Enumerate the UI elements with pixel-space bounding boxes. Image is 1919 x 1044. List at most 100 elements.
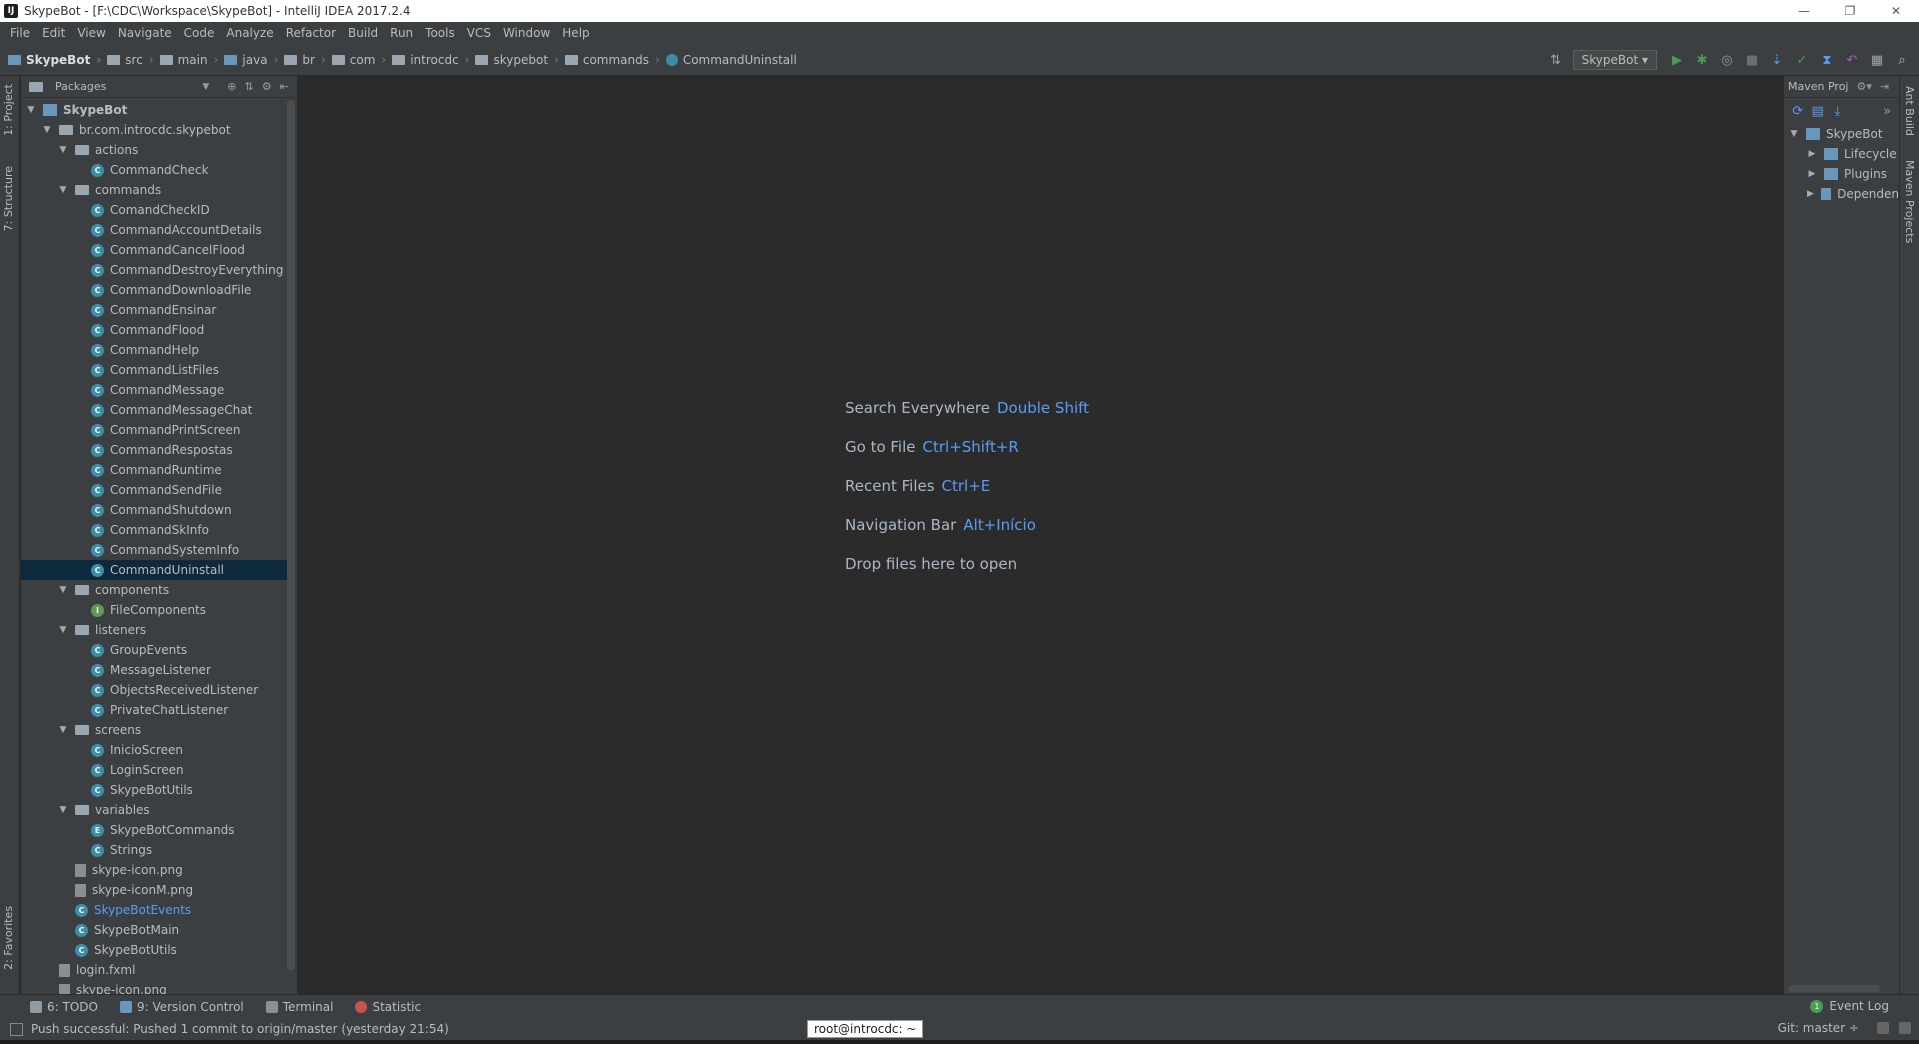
menu-tools[interactable]: Tools (419, 26, 461, 40)
tool-version-control[interactable]: 9: Version Control (119, 1000, 244, 1014)
breadcrumb-commands[interactable]: commands › (564, 53, 660, 67)
tree-item[interactable]: C SkypeBotUtils (21, 780, 291, 800)
hide-panel-icon[interactable]: ⇥ (1880, 80, 1889, 93)
chevron-down-icon[interactable]: ▼ (202, 82, 209, 92)
run-configuration-select[interactable]: SkypeBot ▾ (1572, 50, 1657, 70)
chevron-down-icon[interactable]: ▼ (57, 625, 69, 635)
editor-area[interactable]: Search Everywhere Double Shift Go to File C… (298, 76, 1783, 994)
more-icon[interactable]: » (1879, 102, 1895, 120)
tree-item[interactable]: skype-icon.png (21, 860, 291, 880)
tree-item[interactable]: C CommandHelp (21, 340, 291, 360)
breadcrumb-main[interactable]: main › (159, 53, 218, 67)
tree-item[interactable]: ▼ variables (21, 800, 291, 820)
breadcrumb-com[interactable]: com › (331, 53, 386, 67)
tree-item[interactable]: login.fxml (21, 960, 291, 980)
chevron-down-icon[interactable]: ▼ (57, 145, 69, 155)
tree-item[interactable]: C CommandEnsinar (21, 300, 291, 320)
tree-item[interactable]: C CommandCheck (21, 160, 291, 180)
vcs-history-icon[interactable]: ⧗ (1816, 49, 1838, 71)
project-structure-icon[interactable]: ▦ (1866, 49, 1888, 71)
tree-item[interactable]: C CommandUninstall (21, 560, 291, 580)
chevron-down-icon[interactable]: ▼ (41, 125, 53, 135)
tree-item[interactable]: C CommandRuntime (21, 460, 291, 480)
breadcrumb-br[interactable]: br › (284, 53, 326, 67)
breadcrumb-project[interactable]: SkypeBot › (8, 53, 101, 67)
breadcrumb-src[interactable]: src › (107, 53, 154, 67)
project-tree-scrollbar[interactable] (287, 100, 295, 970)
vcs-commit-icon[interactable]: ✓ (1791, 49, 1813, 71)
tab-project[interactable]: 1: Project (2, 84, 15, 136)
maven-tree-item[interactable]: ▶ Plugins (1784, 164, 1899, 184)
tool-statistic[interactable]: Statistic (355, 1000, 421, 1014)
download-icon[interactable]: ⤓ (1830, 102, 1846, 120)
tree-item[interactable]: C CommandSkInfo (21, 520, 291, 540)
tree-item[interactable]: ▼ actions (21, 140, 291, 160)
tree-item[interactable]: C ComandCheckID (21, 200, 291, 220)
tree-item[interactable]: C LoginScreen (21, 760, 291, 780)
tab-maven-projects[interactable]: Maven Projects (1903, 160, 1916, 243)
gear-icon[interactable]: ⚙ (262, 80, 272, 93)
tab-ant-build[interactable]: Ant Build (1903, 86, 1916, 136)
tree-item[interactable]: C CommandCancelFlood (21, 240, 291, 260)
tree-item[interactable]: ▼ SkypeBot (21, 100, 291, 120)
tree-item[interactable]: C InicioScreen (21, 740, 291, 760)
tree-item[interactable]: ▼ listeners (21, 620, 291, 640)
menu-view[interactable]: View (71, 26, 111, 40)
chevron-down-icon[interactable]: ▼ (57, 185, 69, 195)
generate-sources-icon[interactable]: ▤ (1810, 102, 1826, 120)
tree-item[interactable]: C CommandDestroyEverything (21, 260, 291, 280)
tree-item[interactable]: C CommandSystemInfo (21, 540, 291, 560)
menu-vcs[interactable]: VCS (461, 26, 497, 40)
menu-help[interactable]: Help (556, 26, 595, 40)
tree-item[interactable]: E SkypeBotCommands (21, 820, 291, 840)
debug-icon[interactable]: ✱ (1691, 49, 1713, 71)
tree-item[interactable]: skype-iconM.png (21, 880, 291, 900)
tab-favorites[interactable]: 2: Favorites (2, 906, 15, 970)
gear-icon[interactable]: ⚙▾ (1856, 80, 1871, 93)
tool-terminal[interactable]: Terminal (265, 1000, 333, 1014)
stop-icon[interactable]: ■ (1741, 49, 1763, 71)
run-icon[interactable]: ▶ (1666, 49, 1688, 71)
breadcrumb-introcdc[interactable]: introcdc › (392, 53, 469, 67)
maven-tree-item[interactable]: ▶ Dependen (1784, 184, 1899, 204)
chevron-down-icon[interactable]: ▼ (57, 805, 69, 815)
tree-item[interactable]: C CommandMessageChat (21, 400, 291, 420)
memory-indicator-icon[interactable] (1899, 1022, 1911, 1034)
minimize-button[interactable]: — (1781, 0, 1827, 22)
menu-file[interactable]: File (4, 26, 36, 40)
search-everywhere-icon[interactable]: ⌕ (1891, 49, 1913, 71)
chevron-right-icon[interactable]: ▶ (1806, 149, 1818, 159)
tree-item[interactable]: C SkypeBotUtils (21, 940, 291, 960)
close-button[interactable]: ✕ (1873, 0, 1919, 22)
tree-item[interactable]: C GroupEvents (21, 640, 291, 660)
maven-tree-item[interactable]: ▶ Lifecycle (1784, 144, 1899, 164)
vcs-revert-icon[interactable]: ↶ (1841, 49, 1863, 71)
menu-edit[interactable]: Edit (36, 26, 71, 40)
tab-structure[interactable]: 7: Structure (2, 166, 15, 231)
maven-tree-item[interactable]: ▼ SkypeBot (1784, 124, 1899, 144)
tree-item[interactable]: C CommandRespostas (21, 440, 291, 460)
chevron-down-icon[interactable]: ▼ (57, 725, 69, 735)
vcs-update-icon[interactable]: ⇣ (1766, 49, 1788, 71)
collapse-all-icon[interactable]: ⇅ (244, 80, 253, 93)
hide-panel-icon[interactable]: ⇤ (280, 80, 289, 93)
project-view-select[interactable]: Packages (55, 80, 106, 93)
lock-icon[interactable] (1877, 1022, 1889, 1034)
menu-navigate[interactable]: Navigate (112, 26, 178, 40)
tree-item[interactable]: C CommandListFiles (21, 360, 291, 380)
chevron-down-icon[interactable]: ▼ (57, 585, 69, 595)
chevron-down-icon[interactable]: ▼ (25, 105, 37, 115)
tree-item[interactable]: ▼ commands (21, 180, 291, 200)
toggle-tool-windows-icon[interactable] (10, 1022, 23, 1036)
tree-item[interactable]: C CommandDownloadFile (21, 280, 291, 300)
tree-item[interactable]: ▼ screens (21, 720, 291, 740)
tree-item[interactable]: C ObjectsReceivedListener (21, 680, 291, 700)
breadcrumb-skypebot[interactable]: skypebot › (475, 53, 559, 67)
menu-code[interactable]: Code (178, 26, 221, 40)
build-icon[interactable]: ⇅ (1545, 49, 1567, 71)
git-branch-widget[interactable]: Git: master ÷ (1778, 1021, 1859, 1035)
tree-item[interactable]: C CommandMessage (21, 380, 291, 400)
breadcrumb-command-uninstall[interactable]: CommandUninstall (665, 53, 797, 67)
menu-window[interactable]: Window (497, 26, 556, 40)
restore-button[interactable]: ❐ (1827, 0, 1873, 22)
